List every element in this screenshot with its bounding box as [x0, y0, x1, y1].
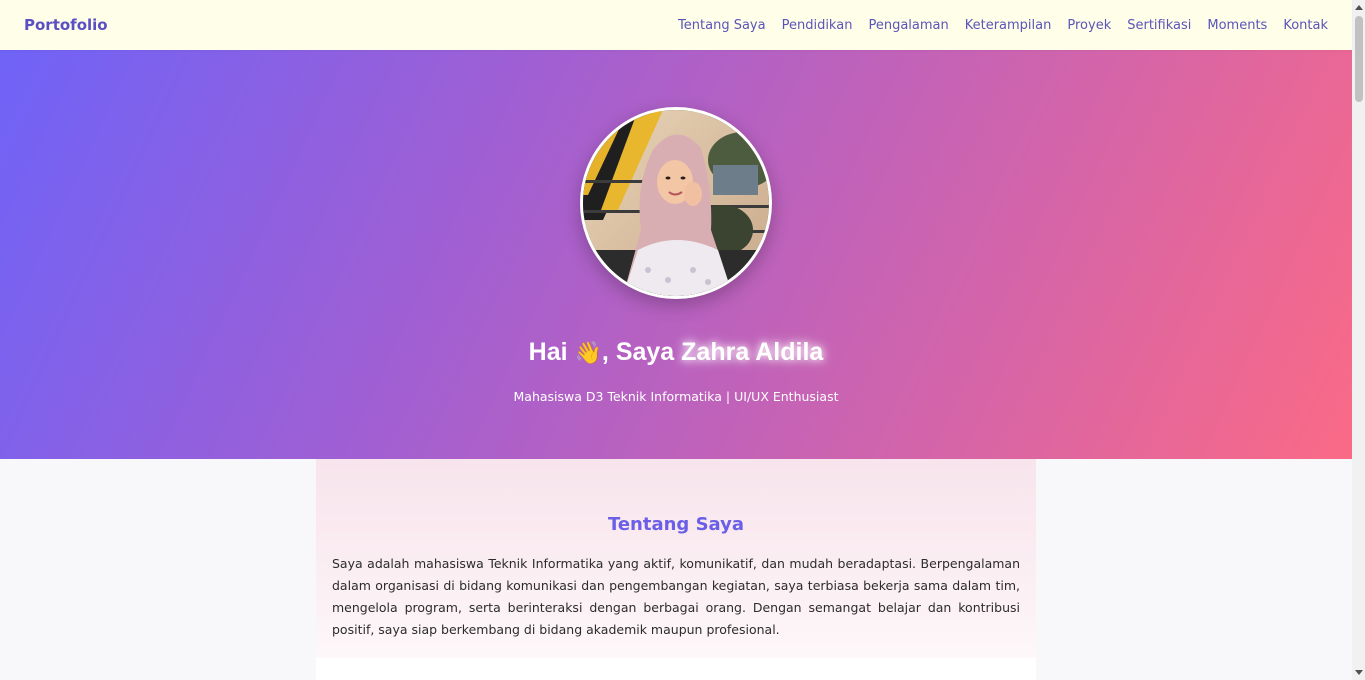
next-section-start	[316, 658, 1036, 680]
scroll-up-arrow-icon[interactable]	[1355, 5, 1363, 10]
navbar: Portofolio Tentang Saya Pendidikan Penga…	[0, 0, 1352, 50]
waving-hand-icon: 👋	[574, 340, 602, 365]
scroll-down-arrow-icon[interactable]	[1355, 670, 1363, 675]
hero-section: Hai 👋, Saya Zahra Aldila Mahasiswa D3 Te…	[0, 50, 1352, 459]
greeting-prefix: Hai	[528, 338, 575, 366]
nav-link-pendidikan[interactable]: Pendidikan	[782, 18, 853, 33]
greeting-middle: , Saya	[601, 338, 682, 366]
page-scrollbar[interactable]	[1352, 0, 1365, 680]
about-title: Tentang Saya	[607, 514, 745, 535]
nav-link-keterampilan[interactable]: Keterampilan	[965, 18, 1052, 33]
about-text: Saya adalah mahasiswa Teknik Informatika…	[332, 556, 1020, 637]
profile-photo-illustration	[583, 110, 769, 296]
nav-link-pengalaman[interactable]: Pengalaman	[868, 18, 948, 33]
nav-links: Tentang Saya Pendidikan Pengalaman Keter…	[662, 18, 1328, 33]
nav-link-kontak[interactable]: Kontak	[1283, 18, 1328, 33]
brand-logo-link[interactable]: Portofolio	[24, 16, 108, 34]
hero-name: Zahra Aldila	[681, 338, 824, 366]
hero-title: Hai 👋, Saya Zahra Aldila	[0, 338, 1352, 367]
nav-link-moments[interactable]: Moments	[1207, 18, 1267, 33]
scroll-thumb[interactable]	[1355, 16, 1363, 102]
nav-link-tentang-saya[interactable]: Tentang Saya	[678, 18, 766, 33]
nav-link-proyek[interactable]: Proyek	[1067, 18, 1111, 33]
nav-link-sertifikasi[interactable]: Sertifikasi	[1127, 18, 1191, 33]
hero-subtitle: Mahasiswa D3 Teknik Informatika | UI/UX …	[513, 389, 839, 404]
about-section: Tentang Saya Saya adalah mahasiswa Tekni…	[316, 459, 1036, 680]
profile-photo	[580, 107, 772, 299]
